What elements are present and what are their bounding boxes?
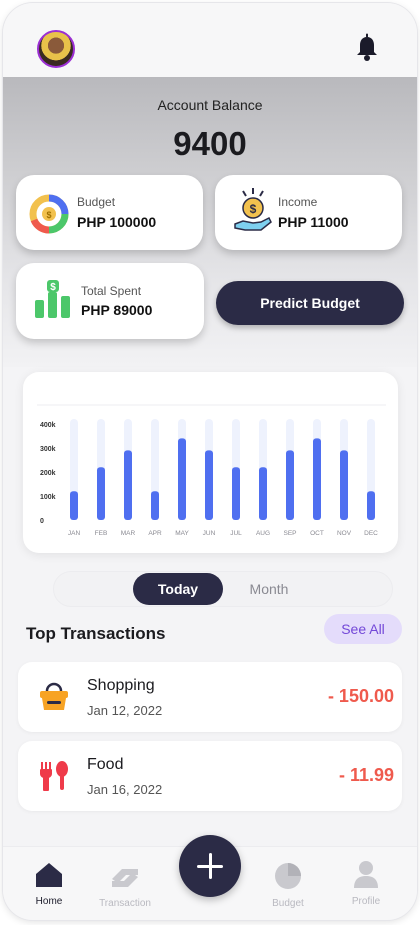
- y-tick-label: 200k: [40, 470, 56, 477]
- x-tick-label: FEB: [95, 530, 108, 537]
- x-tick-label: JUN: [203, 530, 216, 537]
- y-tick-label: 300k: [40, 446, 56, 453]
- svg-text:$: $: [50, 282, 56, 293]
- x-tick-label: APR: [148, 530, 162, 537]
- balance-value: 9400: [173, 125, 247, 162]
- svg-text:$: $: [250, 202, 257, 216]
- income-card[interactable]: $ Income PHP 11000: [215, 175, 402, 250]
- budget-label: Budget: [77, 195, 116, 209]
- nav-home[interactable]: Home: [29, 861, 69, 907]
- transaction-name: Food: [87, 756, 124, 773]
- period-toggle: [53, 571, 393, 607]
- bar: [259, 467, 267, 520]
- transaction-date: Jan 12, 2022: [87, 703, 163, 718]
- home-icon: [36, 863, 62, 887]
- nav-profile-label: Profile: [351, 896, 381, 907]
- bar: [286, 450, 294, 520]
- y-tick-label: 100k: [40, 494, 56, 501]
- x-tick-label: SEP: [283, 530, 296, 537]
- transaction-name: Shopping: [87, 677, 155, 694]
- total-spent-card[interactable]: $ Total Spent PHP 89000: [16, 263, 204, 339]
- x-tick-label: JAN: [68, 530, 81, 537]
- svg-text:$: $: [46, 210, 51, 220]
- budget-card[interactable]: $ Budget PHP 100000: [16, 175, 203, 250]
- coin-hand-icon: $: [234, 188, 272, 231]
- nav-home-label: Home: [35, 896, 63, 907]
- transaction-amount: - 11.99: [338, 765, 394, 785]
- income-label: Income: [278, 195, 318, 209]
- nav-budget[interactable]: Budget: [268, 861, 308, 909]
- bar: [97, 467, 105, 520]
- bar: [178, 438, 186, 520]
- top-bar: [3, 3, 417, 77]
- see-all-button[interactable]: See All: [324, 614, 402, 644]
- transaction-amount: - 150.00: [327, 686, 394, 706]
- x-tick-label: NOV: [337, 530, 352, 537]
- bar: [124, 450, 132, 520]
- tab-today[interactable]: Today: [133, 573, 223, 605]
- bar-chart: 400k 300k 200k 100k 0 JAN FEB MAR APR MAY JUN JUL AU…: [37, 404, 386, 537]
- shopping-basket-icon: [40, 682, 68, 710]
- transaction-row[interactable]: Shopping Jan 12, 2022 - 150.00: [18, 662, 402, 732]
- tab-month[interactable]: Month: [229, 573, 309, 605]
- nav-transaction-label: Transaction: [99, 898, 151, 909]
- user-avatar[interactable]: [37, 30, 75, 68]
- bar: [205, 450, 213, 520]
- x-tick-label: MAY: [175, 530, 189, 537]
- app-screen: Account Balance 9400 $ Budget PHP 100000…: [3, 3, 417, 920]
- bell-icon[interactable]: [355, 33, 379, 63]
- y-tick-label: 0: [40, 518, 44, 525]
- fork-spoon-icon: [40, 761, 68, 791]
- bar: [151, 491, 159, 520]
- total-spent-label: Total Spent: [81, 284, 142, 298]
- x-tick-label: OCT: [310, 530, 324, 537]
- income-value: PHP 11000: [278, 214, 349, 230]
- nav-budget-label: Budget: [272, 898, 304, 909]
- transaction-row[interactable]: Food Jan 16, 2022 - 11.99: [18, 741, 402, 811]
- y-tick-label: 400k: [40, 422, 56, 429]
- x-tick-label: MAR: [121, 530, 136, 537]
- total-spent-value: PHP 89000: [81, 302, 153, 318]
- bar: [232, 467, 240, 520]
- monthly-chart: 400k 300k 200k 100k 0 JAN FEB MAR APR MAY JUN JUL AU…: [23, 372, 398, 553]
- nav-profile[interactable]: Profile: [346, 859, 386, 907]
- x-tick-label: AUG: [256, 530, 270, 537]
- transaction-date: Jan 16, 2022: [87, 782, 163, 797]
- bar: [70, 491, 78, 520]
- budget-value: PHP 100000: [77, 214, 157, 230]
- bar: [340, 450, 348, 520]
- pie-chart-icon: [275, 863, 301, 889]
- add-button[interactable]: [179, 835, 241, 897]
- user-icon: [354, 861, 378, 888]
- section-title: Top Transactions: [26, 624, 166, 643]
- bar: [313, 438, 321, 520]
- bar: [367, 491, 375, 520]
- predict-budget-button[interactable]: Predict Budget: [216, 281, 404, 325]
- x-tick-label: DEC: [364, 530, 378, 537]
- donut-chart-icon: $: [29, 194, 69, 234]
- x-tick-label: JUL: [230, 530, 242, 537]
- transfer-arrows-icon: [112, 869, 138, 887]
- nav-transaction[interactable]: Transaction: [93, 865, 157, 909]
- bar-chart-money-icon: $: [35, 280, 70, 318]
- balance-label: Account Balance: [157, 97, 263, 113]
